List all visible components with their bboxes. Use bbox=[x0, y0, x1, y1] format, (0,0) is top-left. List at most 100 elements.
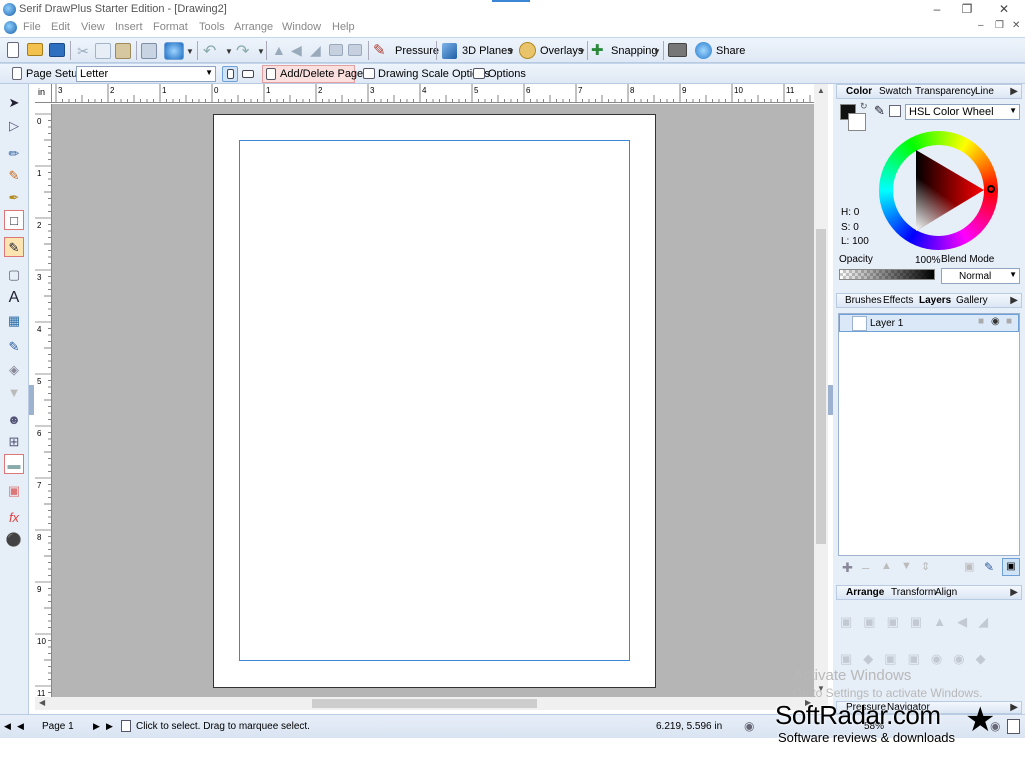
flip-icon[interactable]: ◢ bbox=[310, 42, 321, 59]
color-picker-icon[interactable]: ✎ bbox=[4, 337, 24, 357]
redo-dropdown-icon[interactable]: ▼ bbox=[257, 47, 265, 56]
menu-format[interactable]: Format bbox=[153, 21, 188, 33]
page-setup-button[interactable]: Page Setup bbox=[26, 68, 84, 80]
snapping-button[interactable]: Snapping bbox=[611, 45, 658, 57]
group-icon[interactable]: ▣ bbox=[840, 651, 863, 666]
left-collapse-handle[interactable] bbox=[29, 385, 34, 415]
menu-view[interactable]: View bbox=[81, 21, 105, 33]
stamp-tool-icon[interactable]: ☻ bbox=[4, 410, 24, 430]
print-icon[interactable] bbox=[668, 43, 687, 57]
transparency-tool-icon[interactable]: ▼ bbox=[4, 383, 24, 403]
text-tool-icon[interactable]: A bbox=[4, 288, 24, 308]
crop-tool-icon[interactable]: ⊞ bbox=[4, 432, 24, 452]
no-color-box[interactable] bbox=[889, 105, 901, 117]
scroll-left-icon[interactable]: ◀ bbox=[39, 698, 45, 707]
layer-print-icon[interactable]: ■ bbox=[1006, 316, 1012, 327]
connector-tool-icon[interactable]: □ bbox=[4, 210, 24, 230]
send-backward-icon[interactable]: ▣ bbox=[887, 614, 910, 629]
color-triangle[interactable] bbox=[893, 145, 984, 236]
node-tool-icon[interactable]: ▷ bbox=[4, 116, 24, 136]
move-layer-up-icon[interactable]: ▲ bbox=[881, 560, 892, 572]
overlays-icon[interactable] bbox=[519, 42, 536, 59]
options-button[interactable]: Options bbox=[488, 68, 526, 80]
menu-arrange[interactable]: Arrange bbox=[234, 21, 273, 33]
tab-gallery[interactable]: Gallery bbox=[956, 295, 988, 306]
eyedropper-icon[interactable]: ✎ bbox=[874, 103, 885, 119]
share-button[interactable]: Share bbox=[716, 45, 745, 57]
pressure-icon[interactable]: ✎ bbox=[373, 41, 386, 59]
last-page-icon[interactable]: ▶ bbox=[106, 721, 113, 732]
menu-insert[interactable]: Insert bbox=[115, 21, 143, 33]
new-icon[interactable] bbox=[7, 42, 19, 58]
exclude-icon[interactable]: ◉ bbox=[953, 651, 975, 666]
tab-transform[interactable]: Transform bbox=[891, 587, 936, 598]
app-menu-icon[interactable] bbox=[4, 21, 17, 34]
menu-help[interactable]: Help bbox=[332, 21, 355, 33]
menu-edit[interactable]: Edit bbox=[51, 21, 70, 33]
3d-planes-button[interactable]: 3D Planes bbox=[462, 45, 513, 57]
snapping-dropdown-icon[interactable]: ▼ bbox=[653, 47, 661, 56]
blend-mode-select[interactable]: Normal ▼ bbox=[941, 268, 1020, 284]
horizontal-scroll-thumb[interactable] bbox=[312, 699, 537, 708]
pressure-button[interactable]: Pressure bbox=[395, 45, 439, 57]
undo-icon[interactable]: ↶ bbox=[203, 41, 216, 61]
layer-view-icon[interactable]: ▣ bbox=[1002, 558, 1020, 576]
move-layer-down-icon[interactable]: ▼ bbox=[901, 560, 912, 572]
intersect-icon[interactable]: ◉ bbox=[931, 651, 953, 666]
scroll-up-icon[interactable]: ▲ bbox=[817, 86, 825, 95]
layer-options-icon[interactable]: ▣ bbox=[964, 560, 974, 573]
panel-menu-icon[interactable]: ▶ bbox=[1010, 295, 1018, 306]
layer-row[interactable]: Layer 1 ■ ◉ ■ bbox=[839, 314, 1019, 332]
menu-window[interactable]: Window bbox=[282, 21, 321, 33]
overlays-button[interactable]: Overlays bbox=[540, 45, 583, 57]
vertical-scrollbar[interactable]: ▲ ▼ bbox=[814, 84, 828, 697]
share-icon[interactable] bbox=[695, 42, 712, 59]
effects-fx-icon[interactable]: fx bbox=[4, 508, 24, 528]
options-icon[interactable] bbox=[473, 68, 485, 79]
paste-icon[interactable] bbox=[115, 43, 131, 59]
tab-swatch[interactable]: Swatch bbox=[879, 86, 912, 97]
close-button[interactable]: ✕ bbox=[989, 2, 1019, 16]
globe-icon[interactable] bbox=[164, 42, 184, 60]
layer-lock-icon[interactable]: ■ bbox=[978, 316, 984, 327]
layer-visible-icon[interactable]: ◉ bbox=[991, 316, 1000, 327]
page-setup-icon[interactable] bbox=[12, 67, 22, 80]
combine-icon[interactable]: ◆ bbox=[863, 651, 884, 666]
bring-front-icon[interactable]: ▣ bbox=[840, 614, 863, 629]
delete-layer-icon[interactable]: – bbox=[862, 560, 869, 575]
shape-tool-icon[interactable]: ▢ bbox=[4, 265, 24, 285]
format-painter-icon[interactable] bbox=[141, 43, 157, 59]
ungroup-icon[interactable] bbox=[348, 44, 362, 56]
overlays-dropdown-icon[interactable]: ▼ bbox=[578, 47, 586, 56]
add-layer-icon[interactable]: ✚ bbox=[842, 560, 853, 576]
fill-brush-tool-icon[interactable]: ✎ bbox=[4, 237, 24, 257]
tab-line[interactable]: Line bbox=[975, 86, 994, 97]
layer-properties-icon[interactable]: ✎ bbox=[984, 560, 994, 574]
align-left-icon[interactable]: ▲ bbox=[272, 42, 286, 58]
group-icon[interactable] bbox=[329, 44, 343, 56]
tab-align[interactable]: Align bbox=[935, 587, 957, 598]
fill-tool-icon[interactable]: ◈ bbox=[4, 360, 24, 380]
horizontal-scrollbar[interactable]: ◀ ▶ bbox=[35, 697, 828, 710]
page-indicator[interactable]: Page 1 bbox=[42, 721, 74, 732]
menu-file[interactable]: File bbox=[23, 21, 41, 33]
add-shape-icon[interactable]: ▣ bbox=[884, 651, 907, 666]
save-icon[interactable] bbox=[49, 43, 65, 57]
landscape-icon[interactable] bbox=[242, 70, 254, 78]
open-icon[interactable] bbox=[27, 43, 43, 56]
menu-tools[interactable]: Tools bbox=[199, 21, 225, 33]
fill-color-swatch[interactable] bbox=[848, 113, 866, 131]
tab-transparency[interactable]: Transparency bbox=[915, 86, 976, 97]
ruler-corner[interactable]: in bbox=[35, 84, 52, 103]
vertical-ruler[interactable]: 0 1 2 3 4 5 6 7 8 9 10 11 bbox=[35, 104, 52, 697]
undo-dropdown-icon[interactable]: ▼ bbox=[225, 47, 233, 56]
tab-effects[interactable]: Effects bbox=[883, 295, 913, 306]
panel-menu-icon[interactable]: ▶ bbox=[1010, 587, 1018, 598]
globe-dropdown-icon[interactable]: ▼ bbox=[186, 47, 194, 56]
view-icon[interactable]: ◉ bbox=[744, 719, 754, 733]
envelope-tool-icon[interactable]: ▣ bbox=[4, 481, 24, 501]
rectangle-tool-icon[interactable]: ▬ bbox=[4, 454, 24, 474]
shadow-tool-icon[interactable]: ⚫ bbox=[4, 530, 24, 550]
send-back-icon[interactable]: ▣ bbox=[910, 614, 933, 629]
tab-brushes[interactable]: Brushes bbox=[845, 295, 882, 306]
